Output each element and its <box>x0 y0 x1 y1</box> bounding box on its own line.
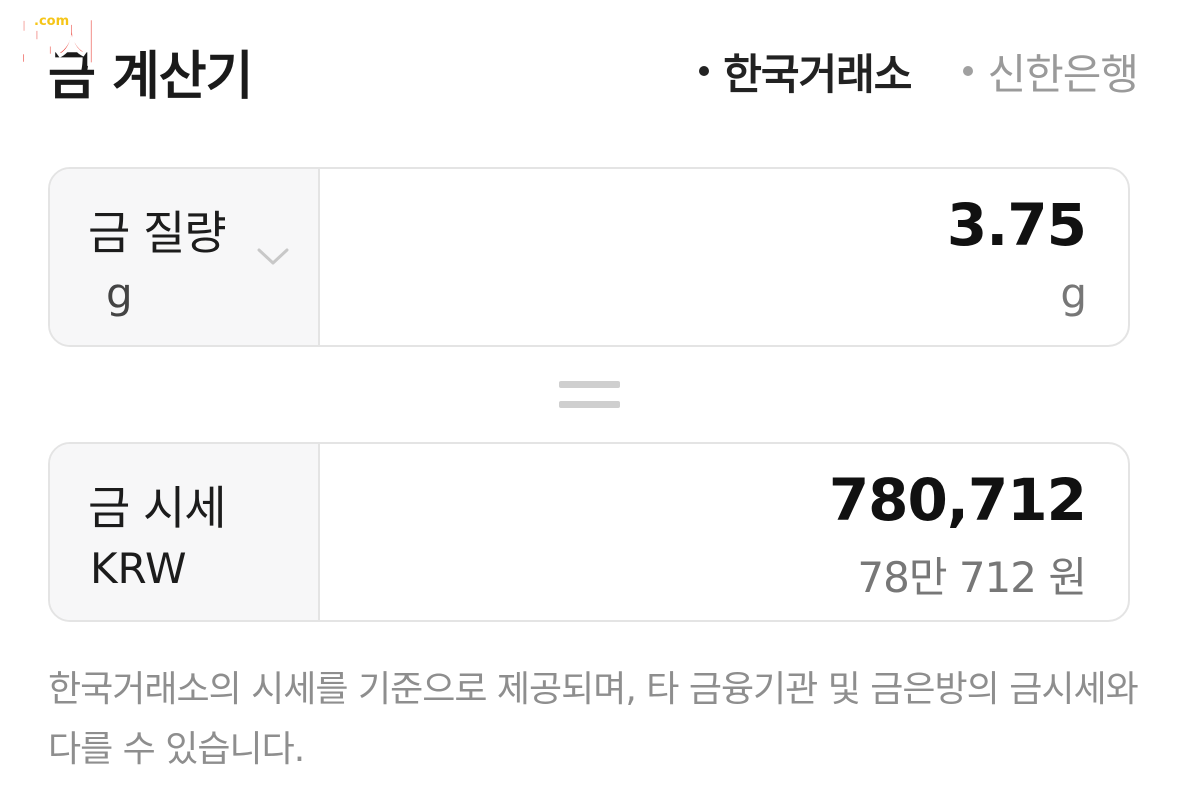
svg-text:.com: .com <box>34 14 69 29</box>
weight-input-area: g <box>320 169 1128 345</box>
gold-calculator-screen: 놀자 .com 금 계산기 한국거래소 신한은행 금 질량 g 3.75 g 금… <box>0 0 1179 790</box>
price-value-korean: 78만 712 원 <box>857 553 1087 602</box>
currency-label: KRW <box>90 544 187 593</box>
price-result-area: 780,712 78만 712 원 <box>320 444 1128 620</box>
selected-dot-icon <box>699 66 710 76</box>
header: 금 계산기 한국거래소 신한은행 <box>48 38 1139 107</box>
source-tab-label: 한국거래소 <box>723 49 912 99</box>
price-result-row: 금 시세 KRW 780,712 78만 712 원 <box>48 442 1130 622</box>
equals-icon <box>559 381 620 408</box>
source-selector: 한국거래소 신한은행 <box>699 41 1139 102</box>
dot-icon <box>963 66 974 76</box>
weight-label: 금 질량 <box>88 206 227 260</box>
weight-input[interactable] <box>486 191 1086 259</box>
source-tab-label: 신한은행 <box>987 49 1139 99</box>
disclaimer-note: 한국거래소의 시세를 기준으로 제공되며, 타 금융기관 및 금은방의 금시세와… <box>48 669 1139 770</box>
source-tab-shinhan[interactable]: 신한은행 <box>963 41 1139 102</box>
chevron-down-icon[interactable] <box>255 239 291 275</box>
weight-converter-row: 금 질량 g g <box>48 167 1130 347</box>
price-label: 금 시세 <box>88 481 227 535</box>
price-value: 780,712 <box>828 466 1087 534</box>
price-currency-cell: 금 시세 KRW <box>50 444 320 620</box>
site-logo-watermark: 놀자 .com <box>10 8 155 70</box>
weight-input-unit: g <box>1060 269 1087 318</box>
weight-unit-selector[interactable]: 금 질량 g <box>50 169 320 345</box>
weight-unit-label: g <box>106 269 133 318</box>
source-tab-krx[interactable]: 한국거래소 <box>699 41 912 102</box>
